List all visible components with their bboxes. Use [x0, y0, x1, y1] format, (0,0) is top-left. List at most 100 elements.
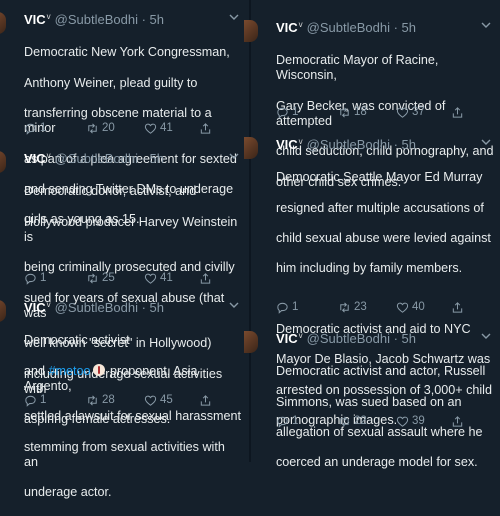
retweet-count: 22 [354, 415, 367, 427]
share-button[interactable] [451, 301, 467, 314]
tweet-line: Democratic activist [24, 333, 130, 348]
hashtag-link[interactable]: #metoo [49, 364, 91, 378]
retweet-count: 18 [354, 106, 367, 118]
like-count: 40 [412, 301, 425, 313]
heart-icon [144, 273, 157, 284]
right-tweet-column: VICv @SubtleBodhi · 5h Democratic Mayor o… [244, 0, 500, 469]
display-name[interactable]: VIC [24, 151, 46, 166]
retweet-button[interactable]: 20 [86, 122, 115, 135]
reply-icon [25, 123, 36, 135]
chevron-down-icon[interactable] [228, 11, 240, 23]
reply-icon [25, 273, 36, 285]
avatar[interactable] [244, 331, 258, 353]
like-button[interactable]: 37 [396, 106, 425, 119]
tweet[interactable]: VICv @SubtleBodhi · 5h Democratic Seattle… [244, 136, 500, 427]
avatar[interactable] [0, 151, 6, 173]
tweet-header: VICv @SubtleBodhi · 5h [24, 300, 164, 315]
display-name[interactable]: VIC [24, 300, 46, 315]
tweet-line: Democratic activist and actor, Russell [276, 364, 486, 379]
tweet[interactable]: VICv @SubtleBodhi · 5h Democratic New Yor… [0, 11, 248, 226]
retweet-icon [88, 395, 97, 406]
reply-button[interactable]: 1 [24, 272, 46, 285]
tweet-actions: 1 25 41 [24, 272, 238, 288]
retweet-icon [340, 107, 349, 118]
share-icon [452, 107, 463, 118]
heart-icon [144, 395, 157, 406]
avatar[interactable] [244, 20, 258, 42]
retweet-button[interactable]: 25 [86, 272, 115, 285]
chevron-down-icon[interactable] [228, 150, 240, 162]
share-button[interactable] [199, 272, 215, 285]
display-name[interactable]: VIC [24, 12, 46, 27]
chevron-down-icon[interactable] [480, 19, 492, 31]
tweet-text-fragment: and [24, 363, 49, 378]
tweet-header: VICv @SubtleBodhi · 5h [276, 331, 416, 346]
share-button[interactable] [199, 394, 215, 407]
avatar[interactable] [0, 300, 6, 322]
reply-icon [277, 107, 288, 119]
reply-button[interactable]: 1 [276, 106, 298, 119]
like-button[interactable]: 41 [144, 272, 173, 285]
reply-button[interactable]: 1 [24, 394, 46, 407]
tweet[interactable]: VICv @SubtleBodhi · 5h Democratic activis… [0, 299, 248, 499]
tweet-header: VICv @SubtleBodhi · 5h [24, 12, 164, 27]
like-count: 37 [412, 106, 425, 118]
retweet-button[interactable]: 22 [338, 415, 367, 428]
chevron-down-icon[interactable] [480, 136, 492, 148]
tweet[interactable]: VICv @SubtleBodhi · 5h Democratic donor, … [0, 150, 248, 426]
column-divider [249, 0, 251, 462]
retweet-count: 23 [354, 301, 367, 313]
retweet-count: 28 [102, 394, 115, 406]
share-button[interactable] [451, 106, 467, 119]
like-button[interactable]: 39 [396, 415, 425, 428]
like-button[interactable]: 41 [144, 122, 173, 135]
avatar[interactable] [244, 137, 258, 159]
tweet-line: settled a lawsuit for sexual harassment [24, 409, 241, 424]
reply-count: 1 [40, 394, 47, 406]
share-button[interactable] [451, 415, 467, 428]
verified-mark: v [46, 151, 51, 160]
reply-button[interactable]: 1 [24, 122, 46, 135]
reply-button[interactable]: 1 [276, 415, 298, 428]
retweet-button[interactable]: 23 [338, 301, 367, 314]
tweet-header: VICv @SubtleBodhi · 5h [276, 137, 416, 152]
reply-count: 1 [40, 122, 47, 134]
handle-and-time[interactable]: @SubtleBodhi · 5h [307, 20, 416, 35]
tweet[interactable]: VICv @SubtleBodhi · 5h Democratic activis… [244, 330, 500, 469]
display-name[interactable]: VIC [276, 20, 298, 35]
tweet-line: underage actor. [24, 485, 112, 500]
chevron-down-icon[interactable] [228, 299, 240, 311]
handle-and-time[interactable]: @SubtleBodhi · 5h [55, 300, 164, 315]
share-icon [200, 395, 211, 406]
handle-and-time[interactable]: @SubtleBodhi · 5h [55, 151, 164, 166]
tweet-actions: 1 20 41 [24, 122, 238, 138]
retweet-button[interactable]: 18 [338, 106, 367, 119]
retweet-icon [88, 273, 97, 284]
tweet-line: coerced an underage model for sex. [276, 455, 478, 470]
display-name[interactable]: VIC [276, 137, 298, 152]
tweet-line: Anthony Weiner, plead guilty to [24, 75, 198, 90]
share-button[interactable] [199, 122, 215, 135]
like-count: 41 [160, 272, 173, 284]
tweet-actions: 1 18 37 [276, 106, 490, 122]
like-button[interactable]: 45 [144, 394, 173, 407]
tweet-line: stemming from sexual activities with an [24, 439, 225, 469]
tweet-line: and #metoo proponent, Asia Argento, [24, 363, 242, 394]
reply-icon [277, 416, 288, 428]
reply-count: 1 [292, 106, 299, 118]
retweet-button[interactable]: 28 [86, 394, 115, 407]
tweet[interactable]: VICv @SubtleBodhi · 5h Democratic Mayor o… [244, 19, 500, 189]
handle-and-time[interactable]: @SubtleBodhi · 5h [307, 137, 416, 152]
tweet-line: Democratic donor, activist, and [24, 184, 197, 199]
chevron-down-icon[interactable] [480, 330, 492, 342]
handle-and-time[interactable]: @SubtleBodhi · 5h [307, 331, 416, 346]
handle-and-time[interactable]: @SubtleBodhi · 5h [55, 12, 164, 27]
reply-button[interactable]: 1 [276, 301, 298, 314]
retweet-icon [88, 123, 97, 134]
like-button[interactable]: 40 [396, 301, 425, 314]
display-name[interactable]: VIC [276, 331, 298, 346]
retweet-count: 25 [102, 272, 115, 284]
reply-count: 1 [40, 272, 47, 284]
heart-icon [396, 107, 409, 118]
avatar[interactable] [0, 12, 6, 34]
